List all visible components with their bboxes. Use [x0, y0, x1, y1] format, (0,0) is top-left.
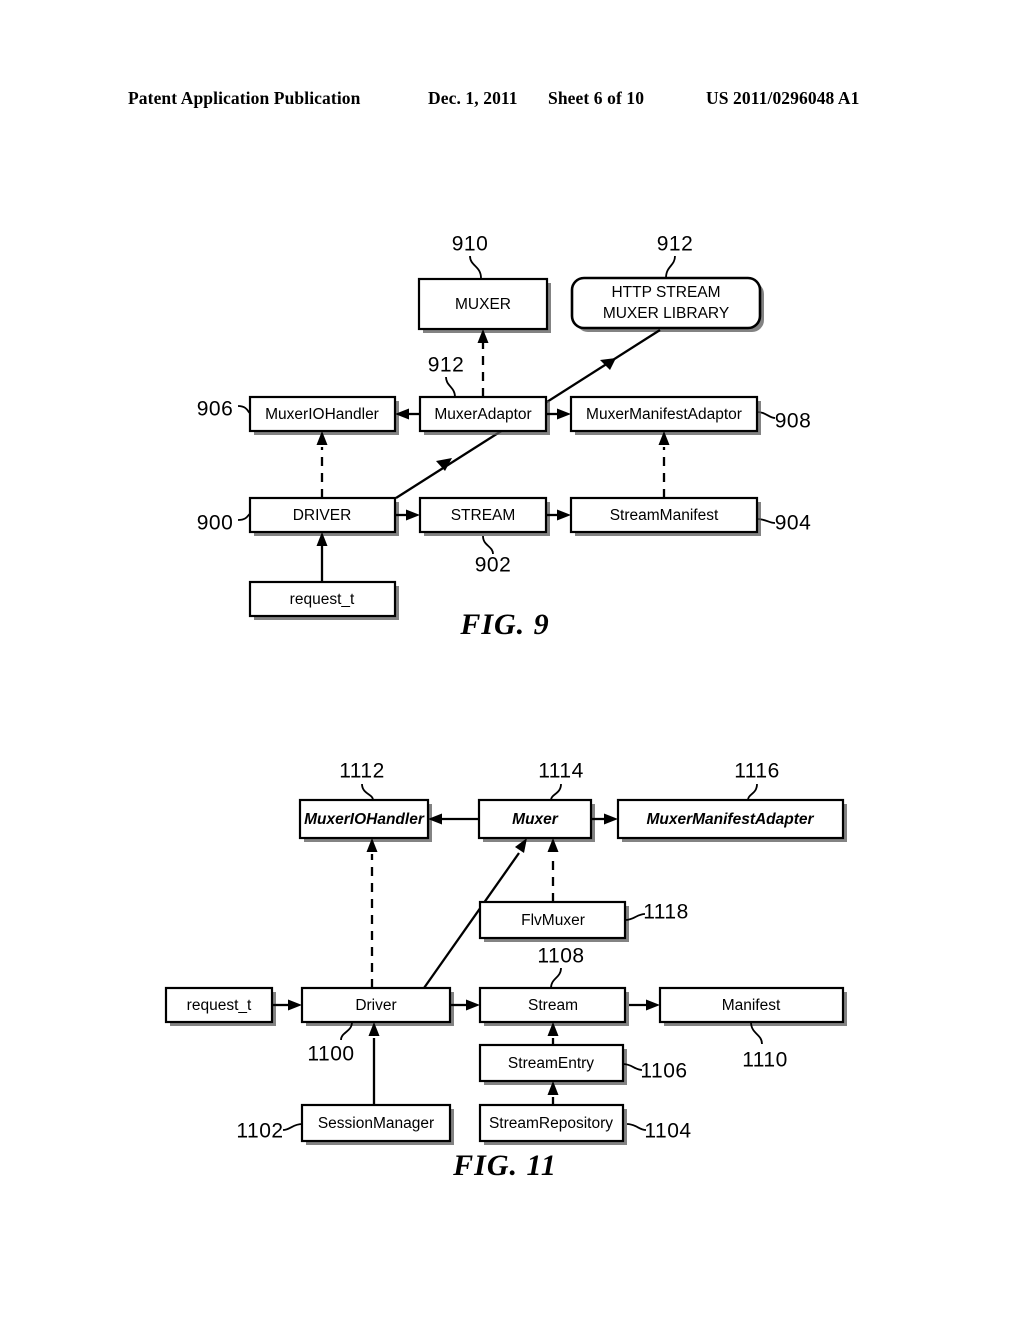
- streamentry-box-label: StreamEntry: [508, 1055, 594, 1072]
- ref-1108: 1108: [537, 945, 584, 968]
- ref-1100: 1100: [307, 1043, 354, 1066]
- arrowhead-stream-to-streammanifest: [557, 509, 571, 521]
- leader-912-library: [665, 255, 676, 279]
- streamrepository-box-label: StreamRepository: [489, 1115, 613, 1132]
- figure-11: 1112 1114 1116 MuxerIOHandler Muxer Muxe…: [164, 760, 847, 1182]
- leader-1104: [626, 1123, 647, 1131]
- muxeriohandler-box-label-fig11: MuxerIOHandler: [304, 811, 425, 828]
- leader-1102: [282, 1123, 303, 1131]
- ref-904: 904: [775, 512, 812, 535]
- stream-box-label-fig11: Stream: [528, 997, 578, 1014]
- driver-box-label-fig11: Driver: [355, 997, 396, 1014]
- leader-1112: [361, 783, 374, 801]
- leader-900: [237, 513, 251, 521]
- muxer-box-label: MUXER: [455, 296, 511, 313]
- ref-1116: 1116: [734, 760, 780, 783]
- arrowhead-muxer-to-muxermanifestadapter: [604, 813, 618, 825]
- ref-906: 906: [197, 398, 234, 421]
- ref-902: 902: [475, 554, 512, 577]
- arrowhead-driver-to-stream: [406, 509, 420, 521]
- http-stream-muxer-library-label-line2: MUXER LIBRARY: [603, 305, 729, 322]
- requestt-box-label: request_t: [290, 591, 355, 608]
- leader-906: [237, 405, 251, 414]
- ref-912-adaptor: 912: [428, 354, 465, 377]
- requestt-box-label-fig11: request_t: [187, 997, 252, 1014]
- ref-912-library: 912: [657, 233, 694, 256]
- http-stream-muxer-library-label-line1: HTTP STREAM: [611, 284, 720, 301]
- ref-1106: 1106: [640, 1060, 687, 1083]
- flvmuxer-box-label: FlvMuxer: [521, 912, 585, 929]
- ref-1114: 1114: [538, 760, 584, 783]
- arrowhead-midpath-upper: [600, 358, 616, 370]
- ref-1110: 1110: [742, 1049, 788, 1072]
- muxeriohandler-box-label: MuxerIOHandler: [265, 406, 379, 423]
- manifest-box-label-fig11: Manifest: [722, 997, 781, 1014]
- patent-drawing-sheet: Patent Application Publication Dec. 1, 2…: [0, 0, 1024, 1320]
- muxer-box-label-fig11: Muxer: [512, 811, 559, 828]
- muxermanifestadaptor-box-label: MuxerManifestAdaptor: [586, 406, 742, 423]
- arrowhead-stream-to-manifest: [646, 999, 660, 1011]
- ref-1102: 1102: [236, 1120, 283, 1143]
- leader-1108: [550, 967, 562, 989]
- leader-902: [482, 535, 494, 555]
- ref-1118: 1118: [643, 901, 689, 924]
- stream-box-label: STREAM: [451, 507, 516, 524]
- sessionmanager-box-label: SessionManager: [318, 1115, 434, 1132]
- ref-1112: 1112: [339, 760, 385, 783]
- leader-912-adaptor: [445, 376, 456, 398]
- ref-910: 910: [452, 233, 489, 256]
- figure-9-caption: FIG. 9: [459, 608, 549, 641]
- arrowhead-driver-to-stream-fig11: [466, 999, 480, 1011]
- leader-910: [469, 255, 482, 279]
- arrowhead-muxeradaptor-to-muxermanifestadaptor: [557, 408, 571, 420]
- figure-9: 910 912 MUXER HTTP STREAM MUXER LIBRARY …: [197, 233, 812, 641]
- figure-11-caption: FIG. 11: [452, 1149, 557, 1182]
- streammanifest-box-label: StreamManifest: [610, 507, 719, 524]
- driver-box-label: DRIVER: [293, 507, 352, 524]
- leader-1114: [550, 783, 562, 801]
- ref-900: 900: [197, 512, 234, 535]
- muxermanifestadapter-box-label-fig11: MuxerManifestAdapter: [646, 811, 814, 828]
- ref-1104: 1104: [644, 1120, 691, 1143]
- ref-908: 908: [775, 410, 812, 433]
- arrowhead-requestt-to-driver-fig11: [288, 999, 302, 1011]
- leader-1116: [747, 783, 758, 801]
- muxeradaptor-box-label: MuxerAdaptor: [434, 406, 531, 423]
